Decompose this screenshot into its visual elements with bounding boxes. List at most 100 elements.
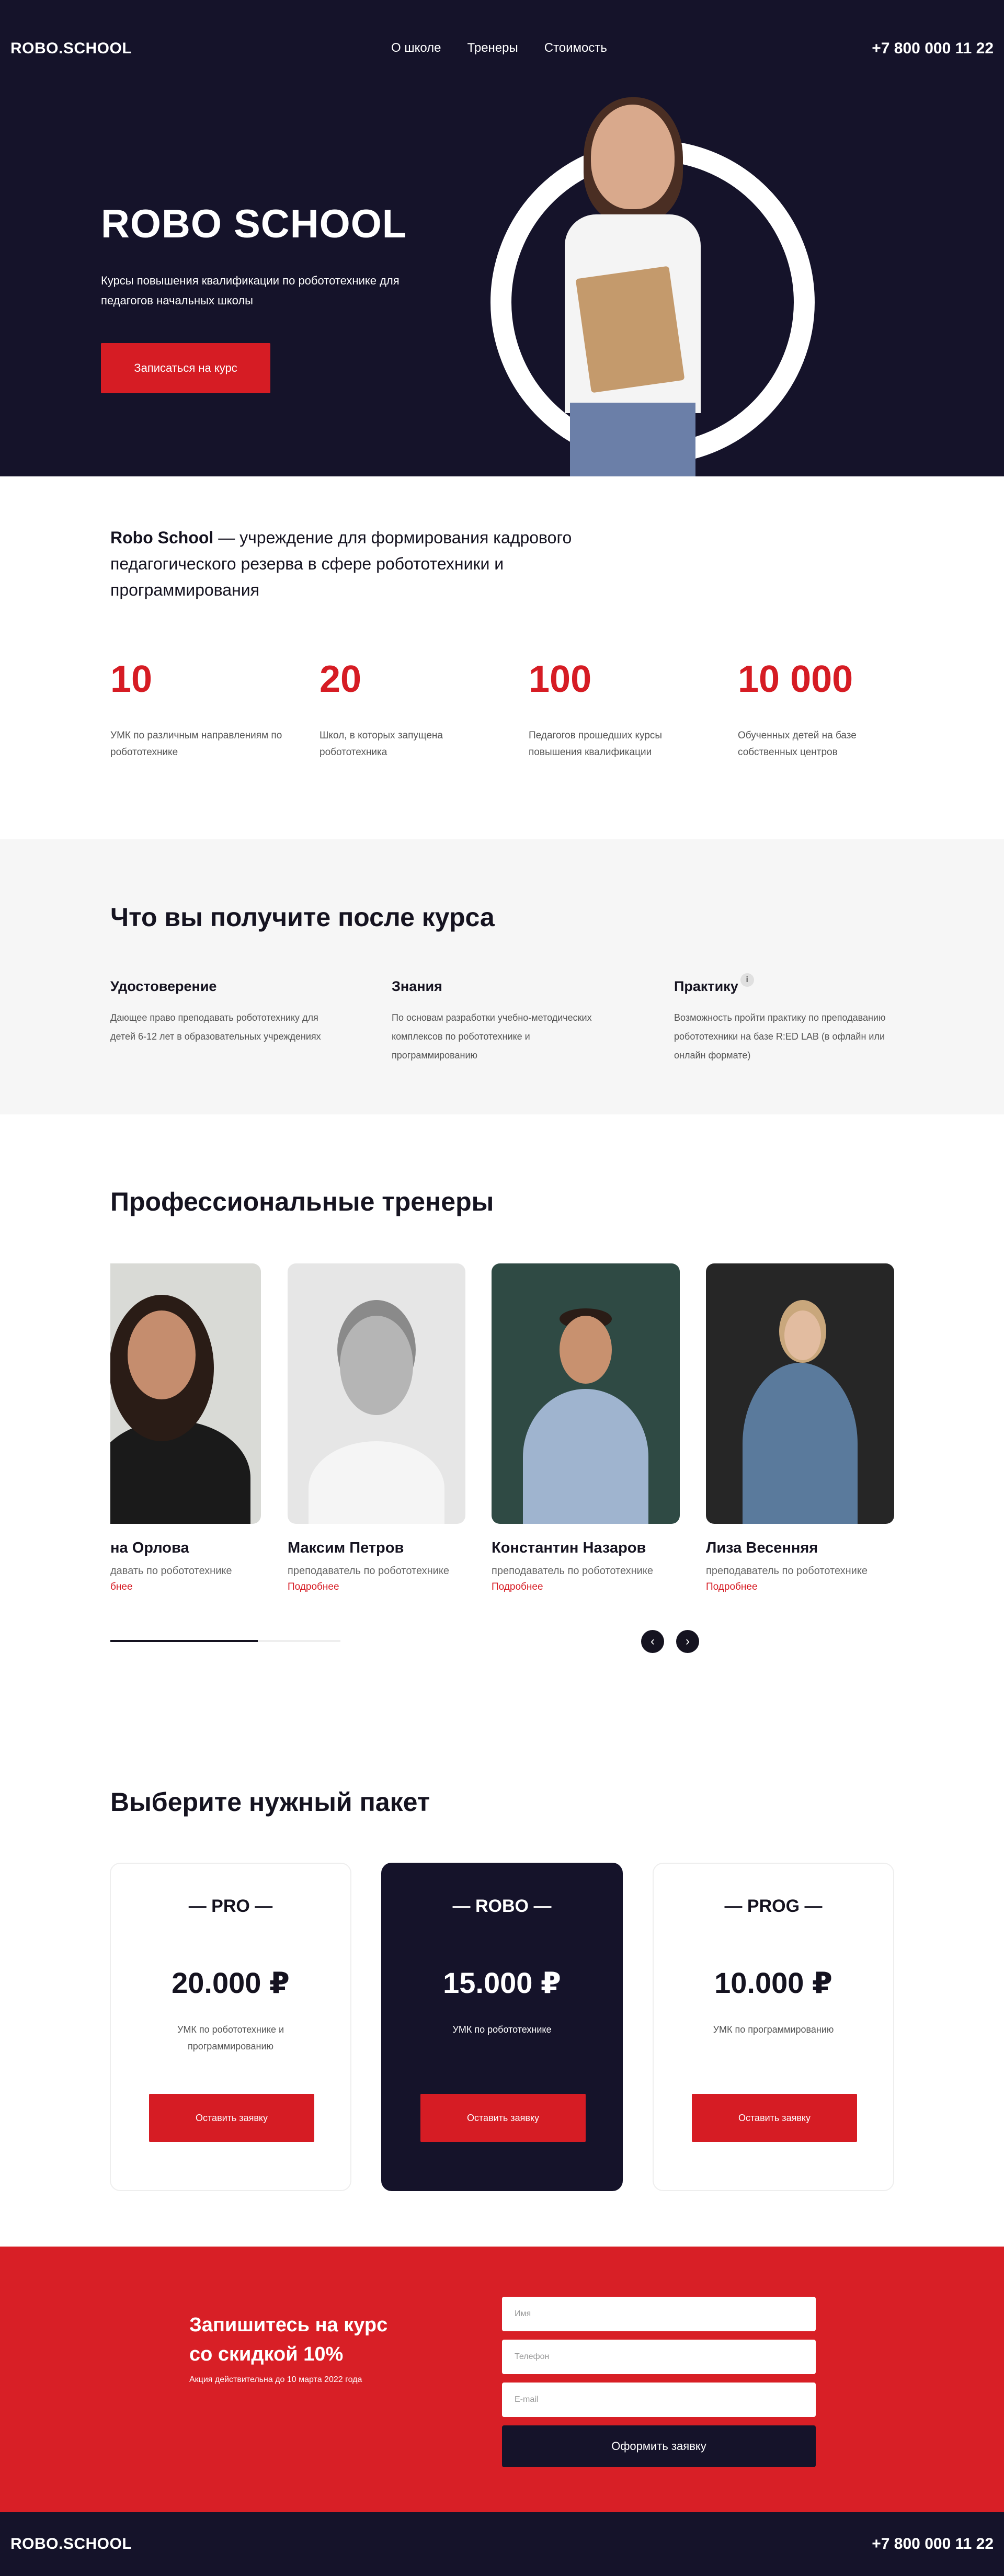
prev-arrow-icon[interactable]: ‹ bbox=[641, 1630, 664, 1653]
hero-section: ROBO.SCHOOL О школе Тренеры Стоимость +7… bbox=[0, 0, 1004, 476]
trainers-title: Профессиональные тренеры bbox=[110, 1187, 494, 1216]
trainer-name: на Орлова bbox=[110, 1540, 189, 1556]
trainer-name: Константин Назаров bbox=[492, 1540, 646, 1556]
trainer-more-link[interactable]: Подробнее bbox=[288, 1581, 465, 1593]
footer-phone[interactable]: +7 800 000 11 22 bbox=[872, 2535, 994, 2553]
trainer-role: преподаватель по робототехнике bbox=[706, 1565, 868, 1577]
enroll-button[interactable]: Записаться на курс bbox=[101, 343, 270, 393]
face-shape bbox=[591, 105, 675, 209]
stat-description: Обученных детей на базе собственных цент… bbox=[738, 730, 857, 758]
stat-item: 20 Школ, в которых запущена робототехник… bbox=[320, 660, 529, 761]
plan-card-pro: — PRO — 20.000 ₽ УМК по робототехнике и … bbox=[110, 1863, 351, 2191]
nav-link-about[interactable]: О школе bbox=[391, 41, 441, 55]
benefit-item: Удостоверение Дающее право преподавать р… bbox=[110, 978, 330, 1046]
torso-shape bbox=[523, 1389, 648, 1524]
jeans-shape bbox=[570, 403, 695, 476]
hero-student-photo bbox=[554, 97, 711, 476]
email-field[interactable]: E-mail bbox=[502, 2383, 816, 2417]
trainers-section: Профессиональные тренеры на Орлова дават… bbox=[0, 1114, 1004, 1711]
plan-name: — PROG — bbox=[724, 1896, 823, 1916]
face-shape bbox=[784, 1310, 821, 1360]
plan-card-prog: — PROG — 10.000 ₽ УМК по программировани… bbox=[653, 1863, 894, 2191]
trainer-role: преподаватель по робототехнике bbox=[288, 1565, 449, 1577]
face-shape bbox=[128, 1310, 196, 1399]
trainer-card[interactable]: Лиза Весенняя преподаватель по робототех… bbox=[706, 1263, 894, 1593]
plan-name: — ROBO — bbox=[452, 1896, 552, 1916]
header-phone[interactable]: +7 800 000 11 22 bbox=[872, 40, 994, 58]
pricing-title: Выберите нужный пакет bbox=[110, 1787, 430, 1817]
nav-link-pricing[interactable]: Стоимость bbox=[544, 41, 607, 55]
footer-logo[interactable]: ROBO.SCHOOL bbox=[10, 2535, 132, 2553]
stats-row: 10 УМК по различным направлениям по робо… bbox=[110, 660, 947, 761]
plan-name: — PRO — bbox=[188, 1896, 273, 1916]
book-shape bbox=[575, 266, 685, 393]
signup-note: Акция действительна до 10 марта 2022 год… bbox=[189, 2375, 362, 2384]
nav-link-trainers[interactable]: Тренеры bbox=[467, 41, 518, 55]
signup-form: Имя Телефон E-mail Оформить заявку bbox=[502, 2297, 816, 2467]
site-logo[interactable]: ROBO.SCHOOL bbox=[10, 40, 132, 58]
stat-value: 10 bbox=[110, 658, 153, 700]
stat-item: 10 000 Обученных детей на базе собственн… bbox=[738, 660, 947, 761]
about-section: Robo School — учреждение для формировани… bbox=[0, 476, 1004, 839]
about-brand: Robo School bbox=[110, 528, 214, 547]
plan-request-button[interactable]: Оставить заявку bbox=[149, 2094, 314, 2142]
name-field[interactable]: Имя bbox=[502, 2297, 816, 2331]
benefit-item: Практику i Возможность пройти практику по… bbox=[674, 973, 894, 1065]
benefit-title: Практику bbox=[674, 978, 738, 994]
carousel-progress-bar bbox=[110, 1640, 258, 1642]
plan-price: 10.000 ₽ bbox=[714, 1966, 832, 1999]
plan-card-robo: — ROBO — 15.000 ₽ УМК по робототехнике О… bbox=[381, 1863, 623, 2191]
trainer-name: Максим Петров bbox=[288, 1540, 404, 1556]
plan-description: УМК по робототехнике bbox=[452, 2024, 552, 2035]
trainer-role: преподаватель по робототехнике bbox=[492, 1565, 653, 1577]
signup-title-line: со скидкой 10% bbox=[189, 2343, 344, 2365]
carousel-progress-track bbox=[110, 1640, 340, 1642]
trainer-photo bbox=[110, 1263, 261, 1524]
footer: ROBO.SCHOOL +7 800 000 11 22 bbox=[0, 2512, 1004, 2576]
signup-title-line: Запишитесь на курс bbox=[189, 2314, 388, 2336]
benefits-section: Что вы получите после курса Удостоверени… bbox=[0, 839, 1004, 1114]
pricing-section: Выберите нужный пакет — PRO — 20.000 ₽ У… bbox=[0, 1711, 1004, 2247]
plan-price: 20.000 ₽ bbox=[172, 1966, 290, 1999]
benefit-text: По основам разработки учебно-методически… bbox=[392, 1012, 592, 1061]
info-icon[interactable]: i bbox=[740, 973, 754, 987]
about-text: Robo School — учреждение для формировани… bbox=[110, 525, 602, 603]
trainer-name: Лиза Весенняя bbox=[706, 1540, 818, 1556]
plan-description: УМК по программированию bbox=[713, 2024, 834, 2035]
trainers-carousel[interactable]: на Орлова давать по робототехнике бнее М… bbox=[110, 1263, 895, 1614]
signup-title: Запишитесь на курс со скидкой 10% bbox=[189, 2310, 387, 2369]
benefit-title: Знания bbox=[392, 978, 442, 994]
stat-description: Педагогов прошедших курсы повышения квал… bbox=[529, 730, 663, 758]
face-shape bbox=[340, 1316, 413, 1415]
trainer-photo bbox=[288, 1263, 465, 1524]
benefits-title: Что вы получите после курса bbox=[110, 903, 495, 932]
stat-description: Школ, в которых запущена робототехника bbox=[320, 730, 443, 758]
trainer-more-link[interactable]: Подробнее bbox=[706, 1581, 894, 1593]
main-menu: О школе Тренеры Стоимость bbox=[391, 41, 607, 55]
trainer-photo bbox=[706, 1263, 894, 1524]
stat-value: 10 000 bbox=[738, 658, 853, 700]
top-nav: ROBO.SCHOOL О школе Тренеры Стоимость +7… bbox=[0, 0, 1004, 94]
trainer-card[interactable]: Константин Назаров преподаватель по робо… bbox=[492, 1263, 680, 1593]
submit-button[interactable]: Оформить заявку bbox=[502, 2425, 816, 2467]
benefit-item: Знания По основам разработки учебно-мето… bbox=[392, 978, 611, 1065]
trainer-card[interactable]: на Орлова давать по робототехнике бнее bbox=[110, 1263, 261, 1593]
face-shape bbox=[560, 1316, 612, 1384]
stat-description: УМК по различным направлениям по роботот… bbox=[110, 730, 282, 758]
benefit-text: Дающее право преподавать робототехнику д… bbox=[110, 1012, 321, 1042]
trainer-card[interactable]: Максим Петров преподаватель по робототех… bbox=[288, 1263, 465, 1593]
trainer-photo bbox=[492, 1263, 680, 1524]
plan-description: УМК по робототехнике и программированию bbox=[177, 2024, 284, 2051]
next-arrow-icon[interactable]: › bbox=[676, 1630, 699, 1653]
trainer-more-link[interactable]: бнее bbox=[110, 1581, 261, 1593]
torso-shape bbox=[743, 1363, 858, 1524]
stat-item: 100 Педагогов прошедших курсы повышения … bbox=[529, 660, 738, 761]
plan-request-button[interactable]: Оставить заявку bbox=[420, 2094, 586, 2142]
torso-shape bbox=[309, 1441, 444, 1524]
phone-field[interactable]: Телефон bbox=[502, 2340, 816, 2374]
hero-subtitle: Курсы повышения квалификации по робототе… bbox=[101, 274, 400, 307]
signup-section: Запишитесь на курс со скидкой 10% Акция … bbox=[0, 2247, 1004, 2512]
trainer-more-link[interactable]: Подробнее bbox=[492, 1581, 680, 1593]
plan-request-button[interactable]: Оставить заявку bbox=[692, 2094, 857, 2142]
stat-value: 20 bbox=[320, 658, 362, 700]
